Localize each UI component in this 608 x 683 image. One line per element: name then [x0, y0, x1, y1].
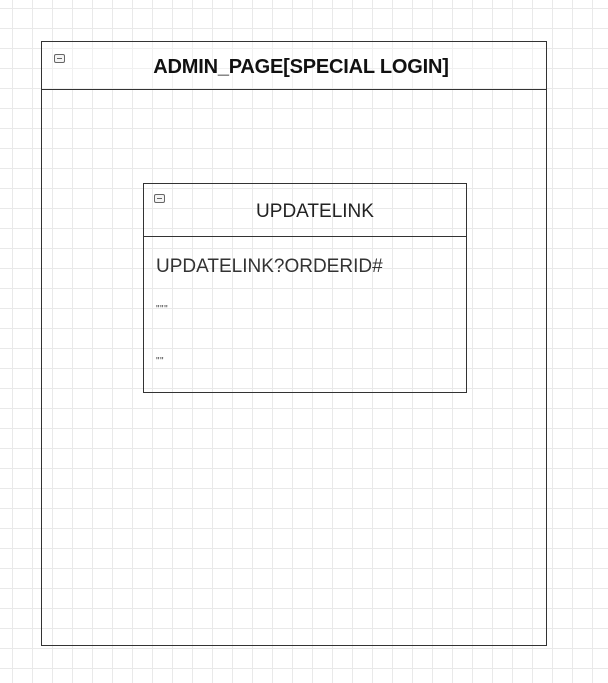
updatelink-title: UPDATELINK: [256, 201, 374, 222]
attribute-placeholder-1: """: [156, 304, 169, 315]
updatelink-header: UPDATELINK: [144, 184, 466, 237]
updatelink-class-box[interactable]: UPDATELINK UPDATELINK?ORDERID# """ "": [143, 183, 467, 393]
attribute-placeholder-2: "": [156, 356, 165, 367]
attribute-updatelink-orderid: UPDATELINK?ORDERID#: [156, 256, 383, 277]
admin-page-title: ADMIN_PAGE[SPECIAL LOGIN]: [153, 56, 449, 78]
diagram-canvas: ADMIN_PAGE[SPECIAL LOGIN] UPDATELINK UPD…: [0, 0, 608, 683]
admin-page-header: ADMIN_PAGE[SPECIAL LOGIN]: [42, 42, 546, 90]
